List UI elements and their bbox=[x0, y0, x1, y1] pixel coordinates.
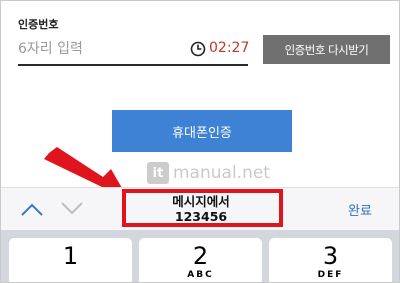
chevron-up-icon[interactable] bbox=[19, 202, 45, 218]
key-2[interactable]: 2 ABC bbox=[139, 238, 262, 282]
key-digit: 1 bbox=[62, 242, 79, 270]
key-3[interactable]: 3 DEF bbox=[269, 238, 392, 282]
watermark-logo: it bbox=[147, 162, 169, 184]
verification-code-input[interactable] bbox=[18, 37, 188, 61]
key-digit: 2 bbox=[192, 242, 209, 270]
clock-icon bbox=[190, 41, 206, 57]
resend-code-button[interactable]: 인증번호 다시받기 bbox=[263, 35, 390, 64]
key-letters: DEF bbox=[317, 270, 344, 280]
code-field-label: 인증번호 bbox=[18, 18, 59, 31]
watermark: it manual.net bbox=[147, 161, 270, 185]
numeric-keypad: 1 2 ABC 3 DEF bbox=[1, 230, 399, 282]
watermark-text: manual.net bbox=[173, 163, 270, 183]
key-1[interactable]: 1 bbox=[9, 238, 132, 282]
countdown-timer: 02:27 bbox=[209, 40, 250, 56]
phone-verify-button[interactable]: 휴대폰인증 bbox=[112, 110, 292, 152]
key-digit: 3 bbox=[322, 242, 339, 270]
done-button[interactable]: 완료 bbox=[348, 200, 372, 219]
input-underline bbox=[18, 64, 248, 66]
phone-screen: 인증번호 02:27 인증번호 다시받기 휴대폰인증 it manual.net… bbox=[0, 0, 400, 283]
key-letters: ABC bbox=[187, 270, 214, 280]
highlight-box bbox=[122, 189, 283, 227]
chevron-down-icon[interactable] bbox=[59, 200, 85, 216]
